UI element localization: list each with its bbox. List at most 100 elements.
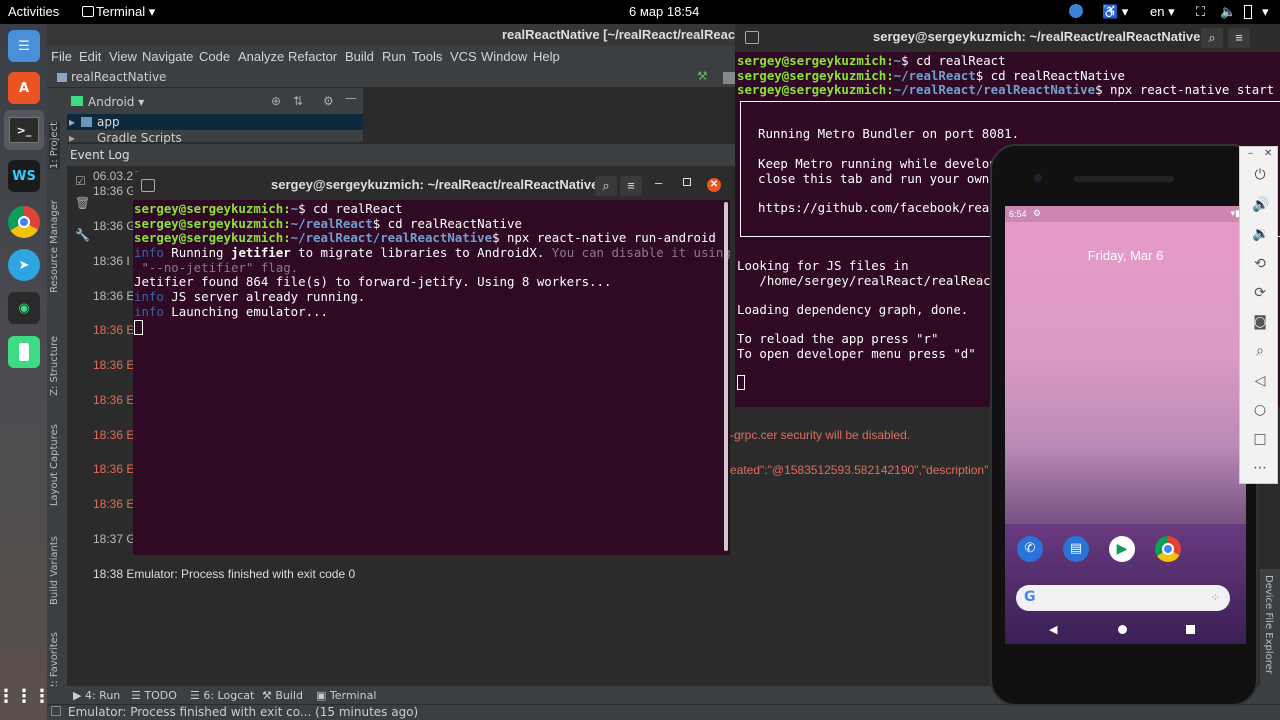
collapse-icon[interactable]: ⇅ (293, 94, 303, 108)
phone-app-icon[interactable]: ✆ (1017, 536, 1043, 562)
home-nav-icon[interactable] (1118, 625, 1127, 634)
tab-device-file-explorer[interactable]: Device File Explorer (1263, 575, 1274, 674)
accessibility-icon[interactable]: ♿ ▾ (1102, 4, 1128, 20)
home-icon[interactable]: ○ (1252, 402, 1268, 418)
software-center-icon[interactable]: A (8, 72, 40, 104)
back-icon[interactable]: ◁ (1252, 373, 1268, 389)
webstorm-icon[interactable]: WS (8, 160, 40, 192)
tab-structure[interactable]: Z: Structure (49, 336, 60, 396)
new-tab-icon[interactable] (745, 31, 759, 44)
menu-code[interactable]: Code (199, 49, 230, 64)
tree-item-gradle[interactable]: ▸ Gradle Scripts (67, 130, 363, 145)
menu-tools[interactable]: Tools (412, 49, 442, 64)
menu-edit[interactable]: Edit (79, 49, 101, 64)
status-icon[interactable] (51, 706, 61, 716)
power-icon[interactable]: ⏻ (1252, 167, 1268, 183)
tab-logcat-label: 6: Logcat (203, 689, 255, 702)
menu-window[interactable]: Window (481, 49, 527, 64)
output-dim: "--no-jetifier" flag. (134, 259, 299, 275)
device-selector-icon[interactable] (723, 72, 735, 84)
menu-build[interactable]: Build (345, 49, 374, 64)
files-app-icon[interactable]: ☰ (8, 30, 40, 62)
view-mode-selector[interactable]: Android ▾ (88, 95, 144, 109)
tab-build[interactable]: ⚒ Build (262, 689, 303, 702)
zoom-icon[interactable]: ⌕ (1252, 343, 1268, 359)
tab-terminal[interactable]: ▣ Terminal (316, 689, 376, 702)
clock[interactable]: 6 мар 18:54 (629, 4, 699, 19)
banner-line: Keep Metro running while develop (758, 156, 997, 171)
chrome-app-icon[interactable] (1155, 536, 1181, 562)
messages-app-icon[interactable]: ▤ (1063, 536, 1089, 562)
overview-icon[interactable]: □ (1252, 431, 1268, 447)
activities-button[interactable]: Activities (8, 4, 59, 19)
play-store-icon[interactable]: ▶ (1109, 536, 1135, 562)
output-dim: You can disable it using (544, 245, 731, 261)
tab-project[interactable]: 1: Project (49, 122, 60, 170)
hide-icon[interactable]: — (345, 91, 357, 105)
tree-item-app[interactable]: ▸ app (67, 114, 363, 130)
tab-todo[interactable]: ☰ TODO (131, 689, 177, 702)
rotate-right-icon[interactable]: ⟳ (1252, 285, 1268, 301)
terminal-dock-icon[interactable]: >_ (4, 110, 44, 150)
tab-run[interactable]: ▶ 4: Run (73, 689, 120, 702)
close-icon[interactable]: ✕ (707, 178, 721, 192)
chrome-icon[interactable] (8, 206, 40, 238)
menu-file[interactable]: File (51, 49, 72, 64)
new-tab-icon[interactable] (141, 179, 155, 192)
tab-run-label: 4: Run (84, 689, 121, 702)
volume-icon[interactable]: 🔈 (1220, 4, 1236, 20)
telegram-icon[interactable]: ➤ (8, 249, 40, 281)
wrench-icon[interactable]: 🔧 (75, 228, 90, 242)
system-menu-icon[interactable]: ▾ (1262, 4, 1269, 20)
assistant-icon[interactable]: ⁘ (1211, 591, 1220, 604)
tab-build-variants[interactable]: Build Variants (49, 536, 60, 605)
more-icon[interactable]: ⋯ (1252, 460, 1268, 476)
emulator-minimize-icon[interactable]: – (1248, 148, 1253, 159)
phone-date[interactable]: Friday, Mar 6 (1005, 248, 1246, 263)
status-text[interactable]: Emulator: Process finished with exit co.… (68, 705, 418, 719)
hamburger-menu-icon[interactable]: ≡ (1228, 28, 1250, 48)
emulator-icon[interactable] (8, 336, 40, 368)
volume-up-icon[interactable]: 🔊 (1252, 197, 1269, 213)
log-error-text: -grpc.cer security will be disabled. (730, 428, 911, 442)
language-selector[interactable]: en ▾ (1150, 4, 1175, 20)
nav-project-name[interactable]: realReactNative (71, 70, 166, 84)
show-apps-icon[interactable]: ⋮⋮⋮ (0, 680, 51, 712)
volume-down-icon[interactable]: 🔉 (1252, 226, 1269, 242)
android-screen[interactable]: 6:54 ⚙ ▾▮ Friday, Mar 6 ✆ ▤ ▶ G ⁘ ◀ (1005, 206, 1246, 644)
menu-run[interactable]: Run (382, 49, 406, 64)
search-icon[interactable]: ⌕ (595, 176, 617, 196)
locate-icon[interactable]: ⊕ (271, 94, 281, 108)
rotate-left-icon[interactable]: ⟲ (1252, 256, 1268, 272)
app-menu[interactable]: Terminal ▾ (96, 4, 155, 20)
search-icon[interactable]: ⌕ (1201, 28, 1223, 48)
gear-icon[interactable]: ⚙ (323, 94, 334, 108)
android-studio-icon[interactable]: ◉ (8, 292, 40, 324)
tab-layout-captures[interactable]: Layout Captures (49, 424, 60, 506)
tab-logcat[interactable]: ☰ 6: Logcat (190, 689, 254, 702)
menu-view[interactable]: View (109, 49, 137, 64)
network-icon[interactable]: ⛶ (1196, 4, 1205, 20)
back-nav-icon[interactable]: ◀ (1049, 623, 1057, 636)
hamburger-menu-icon[interactable]: ≡ (620, 176, 642, 196)
event-log-title[interactable]: Event Log (70, 148, 130, 162)
tab-favorites[interactable]: 2: Favorites (49, 632, 60, 690)
recents-nav-icon[interactable] (1186, 625, 1195, 634)
menu-help[interactable]: Help (533, 49, 560, 64)
menu-refactor[interactable]: Refactor (288, 49, 337, 64)
update-icon[interactable] (1069, 4, 1083, 18)
tab-resource-manager[interactable]: Resource Manager (49, 200, 60, 293)
emulator-close-icon[interactable]: ✕ (1264, 148, 1272, 159)
screenshot-icon[interactable]: ◙ (1252, 314, 1268, 330)
hammer-icon[interactable]: ⚒ (697, 69, 708, 83)
trash-icon[interactable]: 🗑 (75, 196, 90, 210)
mark-read-icon[interactable]: ☑ (75, 174, 86, 188)
menu-analyze[interactable]: Analyze (238, 49, 284, 64)
menu-navigate[interactable]: Navigate (142, 49, 193, 64)
scrollbar[interactable] (724, 202, 728, 551)
battery-icon[interactable] (1244, 5, 1252, 19)
menu-vcs[interactable]: VCS (450, 49, 477, 64)
maximize-icon[interactable] (683, 178, 691, 186)
google-search-bar[interactable]: G ⁘ (1016, 585, 1230, 611)
minimize-icon[interactable]: – (655, 175, 662, 191)
